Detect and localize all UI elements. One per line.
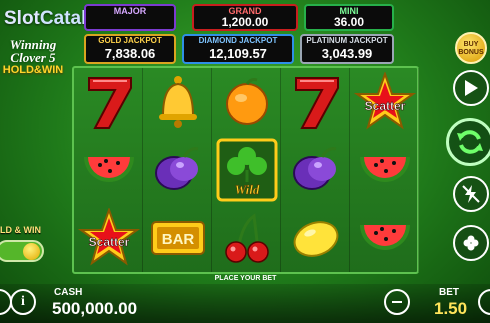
turbo-button[interactable] [453,176,489,212]
play-icon [465,80,478,96]
symbol-seven [74,68,143,136]
symbol-cherries [212,204,281,272]
lightning-slash-icon [462,185,480,203]
autoplay-play-button[interactable] [453,70,489,106]
hold-win-label: LD & WIN [0,225,41,235]
reel-5: Scatter [350,68,419,272]
svg-text:BAR: BAR [161,231,194,248]
gold-jackpot: GOLD JACKPOT 7,838.06 [84,34,176,64]
symbol-lemon [281,204,350,272]
buy-bonus-button[interactable]: BUY BONUS [455,32,487,64]
hold-win-toggle[interactable] [0,240,44,262]
place-your-bet-message: PLACE YOUR BET [214,275,277,282]
platinum-jackpot: PLATINUM JACKPOT 3,043.99 [300,34,394,64]
symbol-bar: BAR [143,204,212,272]
symbol-watermelon [74,136,143,204]
diamond-jackpot: DIAMOND JACKPOT 12,109.57 [182,34,294,64]
symbol-clover-wild: Wild [212,136,281,204]
info-button[interactable]: i [10,289,36,315]
bet-value: 1.50 [434,299,468,318]
bet-decrease-button[interactable] [384,289,410,315]
toggle-knob [23,243,40,260]
svg-text:Wild: Wild [234,182,259,197]
symbol-watermelon [350,204,419,272]
symbol-bell [143,68,212,136]
reel-2: BAR [143,68,212,272]
settings-button[interactable] [453,225,489,261]
grand-jackpot: GRAND 1,200.00 [192,4,298,31]
svg-text:Scatter: Scatter [364,99,405,113]
symbol-watermelon [350,136,419,204]
reel-grid: Scatter BAR Wild Scatter [72,66,419,274]
symbol-plum [143,136,212,204]
symbol-seven [281,68,350,136]
mini-jackpot: MINI 36.00 [304,4,394,31]
reel-4 [281,68,350,272]
game-logo: Winning Clover 5 HOLD&WIN [2,37,64,76]
symbol-star-scatter: Scatter [74,204,143,272]
symbol-orange [212,68,281,136]
major-jackpot: MAJOR [84,4,176,31]
symbol-plum [281,136,350,204]
cash-label: CASH [54,287,83,298]
bet-label: BET [439,287,459,298]
spin-button[interactable] [446,118,490,166]
refresh-icon [457,130,483,154]
svg-text:Scatter: Scatter [88,235,129,249]
symbol-star-scatter: Scatter [350,68,419,136]
cash-value: 500,000.00 [52,299,138,318]
reel-1: Scatter [74,68,143,272]
reel-3: Wild [212,68,281,272]
clover-icon [463,235,479,251]
